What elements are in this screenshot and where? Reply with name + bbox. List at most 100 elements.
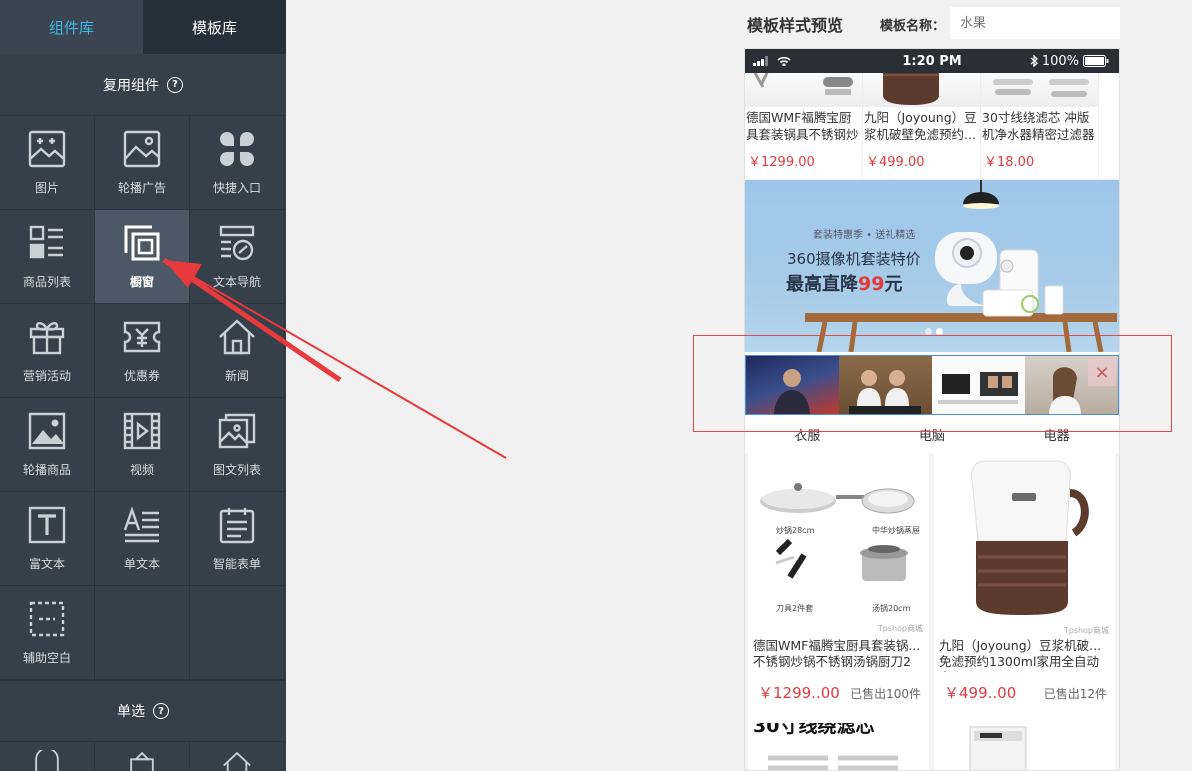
price-row: ￥499..00 已售出12件 <box>934 672 1115 703</box>
component-smart-form[interactable]: 智能表单 <box>190 492 285 586</box>
component-image[interactable]: 图片 <box>0 116 95 210</box>
picture-icon <box>28 412 66 450</box>
product-image: 炒锅28cm 中华炒锅蒸屉 刀具2件套 汤锅20cm Tpshop商城 <box>748 453 929 638</box>
product-price: ￥499.00 <box>866 155 925 170</box>
product-image <box>768 755 898 770</box>
help-icon[interactable]: ? <box>153 703 169 719</box>
section-title-text: 复用组件 <box>103 77 159 94</box>
product-card-row: 炒锅28cm 中华炒锅蒸屉 刀具2件套 汤锅20cm Tpshop商城 德国WM… <box>745 453 1119 723</box>
product-tag: 中华炒锅蒸屉 <box>872 526 920 535</box>
top-product-card[interactable]: 德国WMF福腾宝厨具套装锅具不锈钢炒锅... ￥1299.00 <box>745 73 863 179</box>
product-thumb <box>745 73 862 107</box>
product-card[interactable]: 炒锅28cm 中华炒锅蒸屉 刀具2件套 汤锅20cm Tpshop商城 德国WM… <box>748 453 929 723</box>
component-carousel-product[interactable]: 轮播商品 <box>0 398 95 492</box>
component-label: 辅助空白 <box>22 651 71 665</box>
product-price: ￥1299.00 <box>748 155 815 170</box>
window-component[interactable]: × <box>745 355 1119 415</box>
component-label: 文本导航 <box>212 275 261 289</box>
empty-cell <box>190 586 285 680</box>
status-right: 100% <box>1030 54 1109 69</box>
category-tab[interactable]: 衣服 <box>745 425 870 444</box>
component-marketing[interactable]: 营销活动 <box>0 304 95 398</box>
sold-count: 已售出100件 <box>850 687 921 701</box>
product-tag: 汤锅20cm <box>872 604 911 613</box>
phone-preview: 1:20 PM 100% 德国WMF福腾宝厨具套装锅具不锈钢炒锅... ￥129… <box>744 48 1120 771</box>
battery-percent: 100% <box>1041 53 1079 69</box>
component-rich-text[interactable]: 富文本 <box>0 492 95 586</box>
product-price: ￥499..00 <box>944 684 1017 702</box>
product-card-row: 30寸线绕滤芯 <box>745 723 1119 770</box>
banner-line2: 最高直降99元 <box>786 270 902 296</box>
photo-stack-icon <box>218 413 256 449</box>
component-carousel-ad[interactable]: 轮播广告 <box>95 116 190 210</box>
product-tag: 刀具2件套 <box>776 604 814 613</box>
sidebar-tabs: 组件库 模板库 <box>0 0 286 54</box>
section-title-text: 单选 <box>117 704 145 720</box>
tab-template-library[interactable]: 模板库 <box>143 0 286 54</box>
tab-component-library[interactable]: 组件库 <box>0 0 143 54</box>
component-single-1[interactable] <box>0 742 95 771</box>
component-label: 快捷入口 <box>212 181 261 195</box>
component-single-3[interactable] <box>190 742 285 771</box>
banner-sub: 套装特惠季 • 送礼精选 <box>813 230 916 241</box>
carousel-dot-active[interactable] <box>936 328 943 335</box>
component-quick-entry[interactable]: 快捷入口 <box>190 116 285 210</box>
close-icon[interactable]: × <box>1088 358 1116 386</box>
window-image-3[interactable] <box>932 356 1025 414</box>
product-banner-text: 30寸线绕滤芯 <box>753 723 875 737</box>
product-image <box>969 726 1027 770</box>
carousel-banner[interactable]: 套装特惠季 • 送礼精选 360摄像机套装特价 最高直降99元 <box>745 180 1119 352</box>
component-text-nav[interactable]: 文本导航 <box>190 210 285 304</box>
window-image-4[interactable]: × <box>1025 356 1118 414</box>
window-image-1[interactable] <box>746 356 839 414</box>
window-image-2[interactable] <box>839 356 932 414</box>
brand-watermark: Tpshop商城 <box>877 624 923 633</box>
top-product-card[interactable]: 九阳（Joyoung）豆浆机破壁免滤预约... ￥499.00 <box>863 73 981 179</box>
list-icon <box>29 225 63 259</box>
category-tab[interactable]: 电脑 <box>870 425 995 444</box>
brand-watermark: Tpshop商城 <box>1063 626 1109 635</box>
template-name-label: 模板名称： <box>880 19 946 34</box>
component-single-2[interactable] <box>95 742 190 771</box>
empty-cell <box>95 586 190 680</box>
component-single-text[interactable]: 单文本 <box>95 492 190 586</box>
product-card[interactable]: Tpshop商城 九阳（Joyoung）豆浆机破...免滤预约1300ml家用全… <box>934 453 1115 723</box>
component-coupon[interactable]: 优惠券 <box>95 304 190 398</box>
component-label: 图片 <box>34 181 59 195</box>
component-window[interactable]: 橱窗 <box>95 210 190 304</box>
gift-icon <box>29 321 65 355</box>
template-name-input[interactable] <box>950 7 1120 39</box>
component-label: 视频 <box>129 463 154 477</box>
product-card[interactable]: 30寸线绕滤芯 <box>748 723 929 770</box>
banner-line2-suffix: 元 <box>884 274 903 295</box>
clover-icon <box>220 132 254 166</box>
component-label: 新闻 <box>224 369 249 383</box>
product-image: Tpshop商城 <box>934 453 1115 638</box>
component-news[interactable]: 新闻 <box>190 304 285 398</box>
product-tag: 炒锅28cm <box>776 526 815 535</box>
single-select-grid <box>0 742 286 771</box>
preview-title: 模板样式预览 <box>747 16 844 35</box>
carousel-dot[interactable] <box>925 328 932 335</box>
text-link-icon <box>219 225 255 261</box>
component-label: 橱窗 <box>129 275 154 289</box>
coupon-icon <box>123 321 161 353</box>
help-icon[interactable]: ? <box>167 76 183 93</box>
component-label: 优惠券 <box>123 369 160 383</box>
category-tab[interactable]: 电器 <box>994 425 1119 444</box>
banner-line2-prefix: 最高直降 <box>786 274 858 295</box>
top-product-card[interactable]: 30寸线绕滤芯 冲版机净水器精密过滤器各... ￥18.00 <box>981 73 1099 179</box>
component-video[interactable]: 视频 <box>95 398 190 492</box>
product-name: 九阳（Joyoung）豆浆机破...免滤预约1300ml家用全自动多 <box>939 638 1102 672</box>
status-bar: 1:20 PM 100% <box>745 49 1119 73</box>
price-row: ￥1299..00 已售出100件 <box>748 672 929 703</box>
component-product-list[interactable]: 商品列表 <box>0 210 95 304</box>
battery-icon <box>1083 55 1109 67</box>
component-spacer[interactable]: 辅助空白 <box>0 586 95 680</box>
component-image-text-list[interactable]: 图文列表 <box>190 398 285 492</box>
section-single-select: 单选 ? <box>0 680 286 742</box>
bluetooth-icon <box>1030 55 1038 67</box>
product-name: 九阳（Joyoung）豆浆机破壁免滤预约... <box>864 110 977 142</box>
product-card[interactable] <box>934 723 1115 770</box>
component-label: 营销活动 <box>22 369 71 383</box>
